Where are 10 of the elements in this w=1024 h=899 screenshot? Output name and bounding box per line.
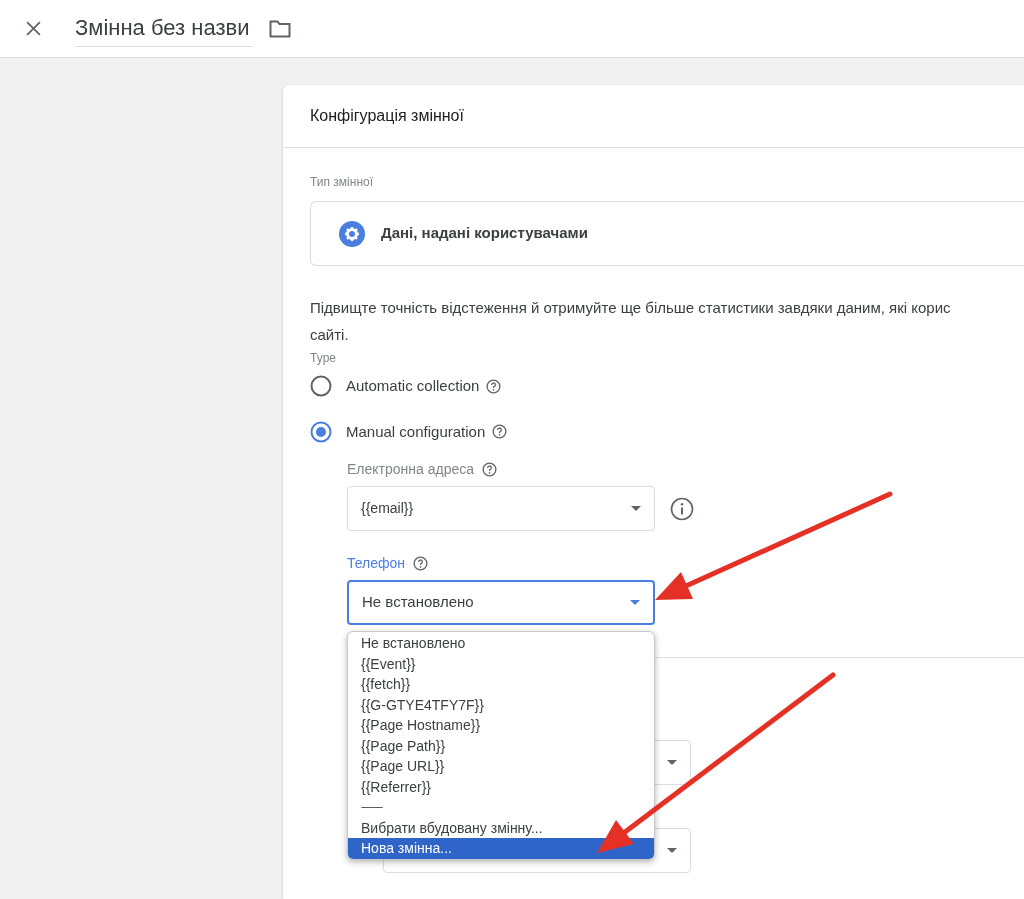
menu-separator: ---------: [360, 800, 384, 814]
field-label: Телефон: [347, 554, 406, 573]
card-title: Конфігурація змінної: [310, 106, 464, 126]
radio-label: Automatic collection: [346, 376, 480, 396]
description-text: Підвищте точність відстеження й отримуйте ще більше статистики завдяки даним, які корис сайті.: [310, 298, 952, 345]
variable-type-name: Дані, надані користувачами: [381, 223, 588, 244]
field-label: Тип змінної: [310, 174, 375, 191]
field-label: Електронна адреса: [347, 460, 474, 479]
radio-label: Manual configuration: [346, 421, 486, 442]
field-label: Type: [310, 350, 337, 367]
